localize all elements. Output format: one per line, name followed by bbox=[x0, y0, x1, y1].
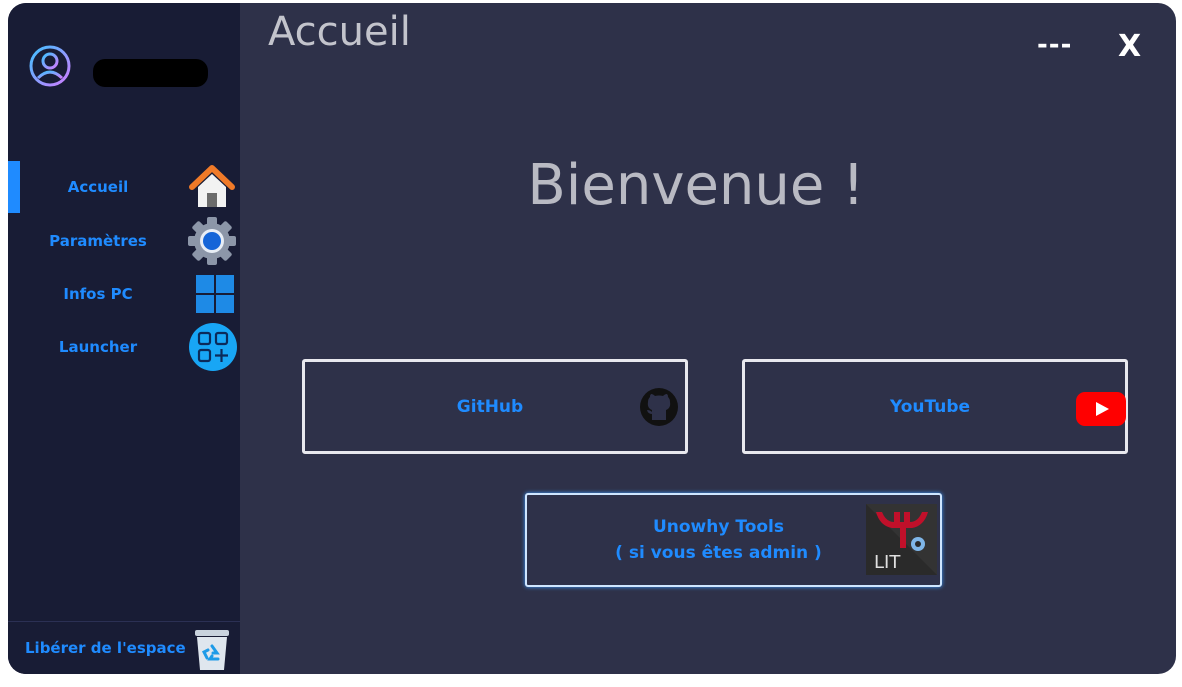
youtube-button[interactable]: YouTube bbox=[742, 359, 1128, 454]
youtube-icon bbox=[1076, 392, 1126, 426]
unowhy-icon-text: LIT bbox=[874, 552, 901, 573]
github-button[interactable]: GitHub bbox=[302, 359, 688, 454]
sidebar-item-launcher[interactable]: Launcher bbox=[8, 321, 240, 373]
sidebar-item-label: Accueil bbox=[67, 178, 129, 196]
home-icon bbox=[189, 165, 235, 207]
github-label: GitHub bbox=[456, 396, 524, 417]
close-button[interactable]: X bbox=[1118, 29, 1141, 64]
sidebar-item-accueil[interactable]: Accueil bbox=[8, 161, 240, 213]
user-account-icon[interactable] bbox=[28, 44, 72, 88]
minimize-button[interactable]: --- bbox=[1037, 30, 1072, 60]
unowhy-tools-button[interactable]: Unowhy Tools ( si vous êtes admin ) LIT bbox=[525, 493, 942, 587]
apps-icon bbox=[189, 323, 237, 371]
recycle-bin-icon bbox=[195, 630, 229, 670]
github-icon bbox=[640, 388, 678, 426]
sidebar: Accueil Paramètres Infos PC Launcher Lib… bbox=[8, 3, 240, 674]
username-redacted bbox=[93, 59, 208, 87]
sidebar-item-infos-pc[interactable]: Infos PC bbox=[8, 268, 240, 320]
welcome-heading: Bienvenue ! bbox=[527, 153, 865, 218]
sidebar-item-label: Paramètres bbox=[49, 232, 147, 250]
app-window: Accueil Paramètres Infos PC Launcher Lib… bbox=[8, 3, 1176, 674]
youtube-label: YouTube bbox=[889, 396, 971, 417]
windows-icon bbox=[196, 275, 234, 313]
free-space-label: Libérer de l'espace bbox=[25, 639, 186, 657]
gear-icon bbox=[188, 217, 236, 265]
sidebar-item-label: Launcher bbox=[58, 338, 138, 356]
free-space-button[interactable]: Libérer de l'espace bbox=[8, 621, 240, 674]
sidebar-item-label: Infos PC bbox=[63, 285, 133, 303]
unowhy-tools-icon: LIT bbox=[866, 504, 937, 575]
page-title: Accueil bbox=[268, 9, 411, 55]
sidebar-item-parametres[interactable]: Paramètres bbox=[8, 215, 240, 267]
